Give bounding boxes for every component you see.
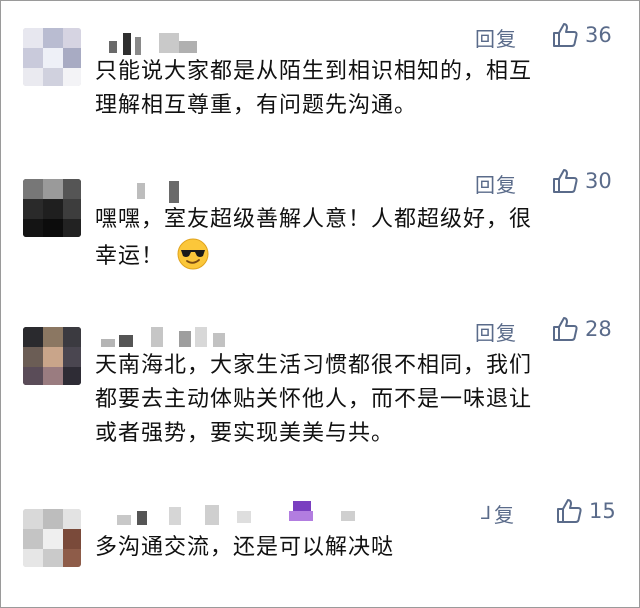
reply-button[interactable]: 回复	[475, 23, 517, 52]
reply-button[interactable]: 回复	[475, 317, 517, 346]
thumbs-up-icon	[553, 317, 578, 341]
like-button[interactable]: 28	[551, 315, 612, 343]
avatar[interactable]	[23, 28, 81, 86]
comment-text: 嘿嘿，室友超级善解人意！人都超级好，很 幸运！	[95, 203, 625, 274]
like-button[interactable]: 15	[555, 497, 616, 525]
reply-button[interactable]: ⅃ 复	[481, 499, 515, 528]
reply-label: 回复	[475, 321, 517, 345]
thumbs-up-icon	[553, 23, 578, 47]
comment-line: 嘿嘿，室友超级善解人意！人都超级好，很	[95, 207, 533, 232]
comment-line: 都要去主动体贴关怀他人，而不是一味退让	[95, 387, 533, 412]
comment-line-text: 幸运！	[95, 244, 165, 269]
comment-line: 天南海北，大家生活习惯都很不相同，我们	[95, 353, 533, 378]
avatar[interactable]	[23, 509, 81, 567]
comment-text: 只能说大家都是从陌生到相识相知的，相互 理解相互尊重，有问题先沟通。	[95, 55, 625, 123]
avatar[interactable]	[23, 327, 81, 385]
reply-icon: ⅃	[481, 503, 493, 524]
username[interactable]	[97, 501, 377, 527]
like-count: 30	[585, 169, 612, 193]
comment-line: 幸运！	[95, 237, 625, 274]
comment-line: 多沟通交流，还是可以解决哒	[95, 535, 395, 560]
reply-label: 复	[494, 503, 516, 527]
thumbs-up-icon	[557, 499, 582, 523]
like-count: 28	[585, 317, 612, 341]
reply-label: 回复	[475, 27, 517, 51]
comment-line: 只能说大家都是从陌生到相识相知的，相互	[95, 59, 533, 84]
like-count: 15	[589, 499, 616, 523]
reply-button[interactable]: 回复	[475, 169, 517, 198]
comment-panel: 回复 36 只能说大家都是从陌生到相识相知的，相互 理解相互尊重，有问题先沟通。	[0, 0, 640, 608]
cool-sunglasses-emoji-icon	[177, 238, 209, 270]
comment-line: 理解相互尊重，有问题先沟通。	[95, 93, 418, 118]
like-button[interactable]: 36	[551, 21, 612, 49]
comment-text: 多沟通交流，还是可以解决哒	[95, 531, 625, 565]
like-count: 36	[585, 23, 612, 47]
like-button[interactable]: 30	[551, 167, 612, 195]
comment-text: 天南海北，大家生活习惯都很不相同，我们 都要去主动体贴关怀他人，而不是一味退让 …	[95, 349, 625, 451]
comment-line: 或者强势，要实现美美与共。	[95, 421, 395, 446]
thumbs-up-icon	[553, 169, 578, 193]
avatar[interactable]	[23, 179, 81, 237]
reply-label: 回复	[475, 173, 517, 197]
